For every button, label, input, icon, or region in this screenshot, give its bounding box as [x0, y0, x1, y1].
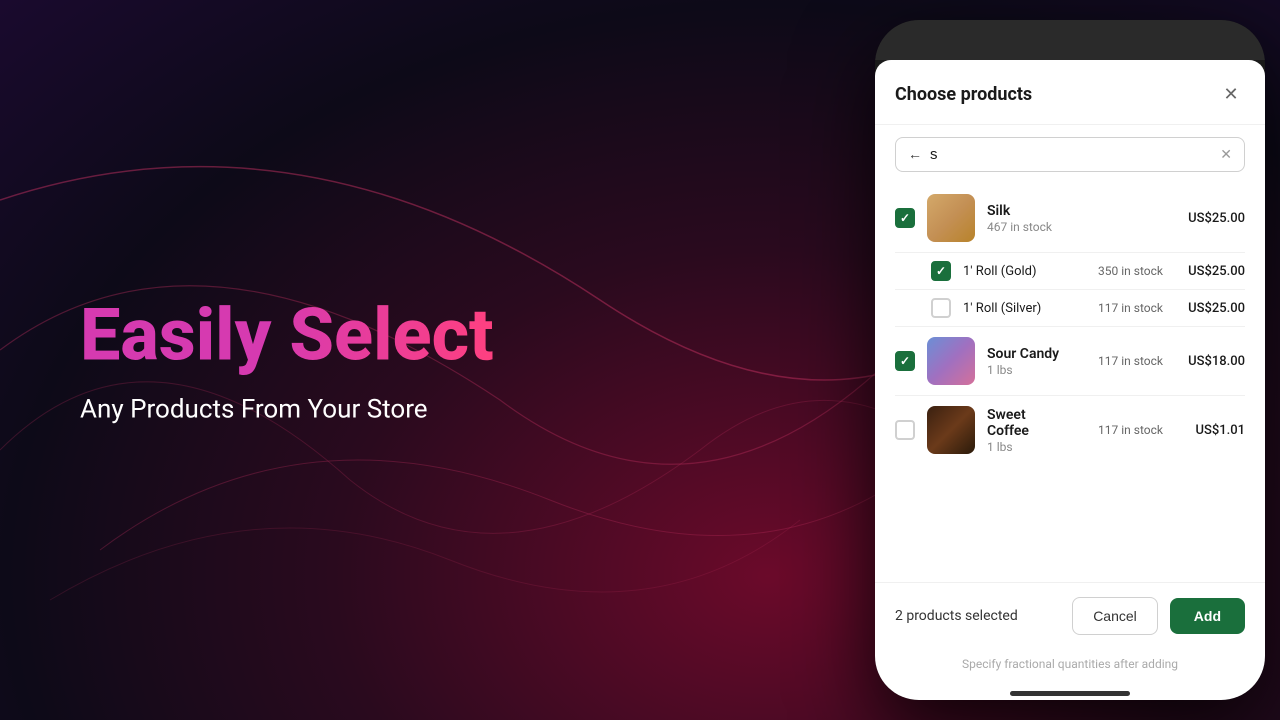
product-sub-sour-candy: 1 lbs: [987, 363, 1071, 377]
modal-title: Choose products: [895, 84, 1032, 105]
product-info-sour-candy: Sour Candy 1 lbs: [987, 346, 1071, 377]
modal-footer: 2 products selected Cancel Add: [875, 582, 1265, 649]
search-bar[interactable]: ← ✕: [895, 137, 1245, 172]
checkbox-sweet-coffee[interactable]: [895, 420, 915, 440]
back-arrow-icon[interactable]: ←: [908, 146, 922, 163]
product-name-silk: Silk: [987, 203, 1163, 219]
product-info-silk: Silk 467 in stock: [987, 203, 1163, 234]
variant-price-silk-silver: US$25.00: [1175, 301, 1245, 316]
phone-device: Choose products ✕ ← ✕ Silk 467 in stock: [875, 20, 1265, 700]
product-name-sweet-coffee: Sweet Coffee: [987, 407, 1071, 439]
modal-hint: Specify fractional quantities after addi…: [875, 649, 1265, 683]
clear-search-icon[interactable]: ✕: [1220, 147, 1232, 163]
product-sub-silk: 467 in stock: [987, 220, 1163, 234]
cancel-button[interactable]: Cancel: [1072, 597, 1158, 635]
home-indicator: [1010, 691, 1130, 696]
product-list: Silk 467 in stock US$25.00 1' Roll (Gold…: [875, 184, 1265, 582]
headline-easily: Easily: [80, 292, 271, 377]
checkbox-silk-gold[interactable]: [931, 261, 951, 281]
add-button[interactable]: Add: [1170, 598, 1245, 634]
variant-name-silk-gold: 1' Roll (Gold): [963, 264, 1071, 279]
product-info-sweet-coffee: Sweet Coffee 1 lbs: [987, 407, 1071, 454]
variant-item-silk-gold[interactable]: 1' Roll (Gold) 350 in stock US$25.00: [875, 253, 1265, 289]
product-item-sweet-coffee[interactable]: Sweet Coffee 1 lbs 117 in stock US$1.01: [875, 396, 1265, 464]
headline-select: Select: [271, 292, 493, 377]
selected-count: 2 products selected: [895, 608, 1060, 624]
variant-stock-silk-silver: 117 in stock: [1083, 301, 1163, 315]
product-stock-sweet-coffee: 117 in stock: [1083, 423, 1163, 437]
checkbox-sour-candy[interactable]: [895, 351, 915, 371]
product-price-sweet-coffee: US$1.01: [1175, 423, 1245, 438]
phone-wrapper: Choose products ✕ ← ✕ Silk 467 in stock: [860, 0, 1280, 720]
headline: Easily Select: [80, 295, 494, 374]
close-button[interactable]: ✕: [1217, 80, 1245, 108]
product-name-sour-candy: Sour Candy: [987, 346, 1071, 362]
modal-header: Choose products ✕: [875, 60, 1265, 125]
product-item-silk[interactable]: Silk 467 in stock US$25.00: [875, 184, 1265, 252]
product-price-sour-candy: US$18.00: [1175, 354, 1245, 369]
product-stock-sour-candy: 117 in stock: [1083, 354, 1163, 368]
checkbox-silk-silver[interactable]: [931, 298, 951, 318]
hero-content: Easily Select Any Products From Your Sto…: [80, 295, 494, 424]
variant-stock-silk-gold: 350 in stock: [1083, 264, 1163, 278]
product-picker-modal: Choose products ✕ ← ✕ Silk 467 in stock: [875, 60, 1265, 700]
product-thumb-sweet-coffee: [927, 406, 975, 454]
phone-top-bar: [875, 20, 1265, 60]
product-item-sour-candy[interactable]: Sour Candy 1 lbs 117 in stock US$18.00: [875, 327, 1265, 395]
variant-price-silk-gold: US$25.00: [1175, 264, 1245, 279]
product-sub-sweet-coffee: 1 lbs: [987, 440, 1071, 454]
product-thumb-sour-candy: [927, 337, 975, 385]
variant-name-silk-silver: 1' Roll (Silver): [963, 301, 1071, 316]
product-thumb-silk: [927, 194, 975, 242]
variant-item-silk-silver[interactable]: 1' Roll (Silver) 117 in stock US$25.00: [875, 290, 1265, 326]
checkbox-silk[interactable]: [895, 208, 915, 228]
product-price-silk: US$25.00: [1175, 211, 1245, 226]
subheadline: Any Products From Your Store: [80, 395, 494, 425]
search-input[interactable]: [930, 146, 1212, 163]
